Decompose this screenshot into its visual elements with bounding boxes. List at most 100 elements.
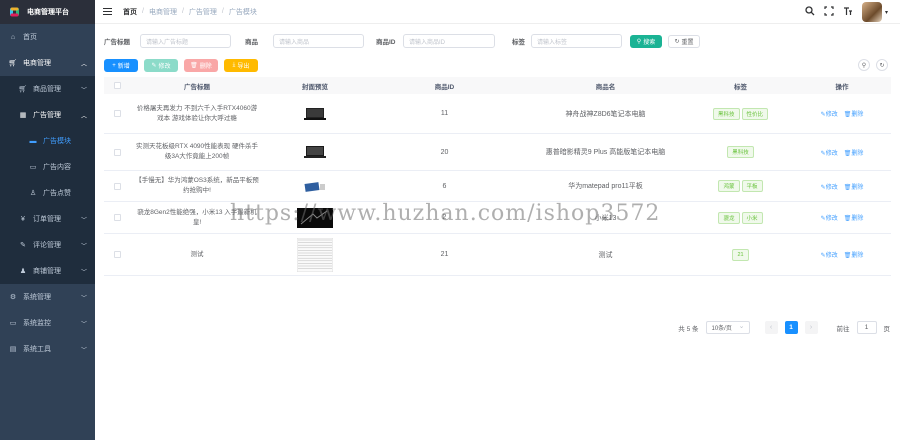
operations-cell: ✎修改 🗑︎删除 xyxy=(793,182,891,191)
font-size-icon[interactable] xyxy=(843,6,853,19)
sidebar-item-label: 系统管理 xyxy=(23,294,51,301)
tag-label: 标签 xyxy=(512,39,525,46)
sidebar-item-home[interactable]: ⌂ 首页 xyxy=(0,24,95,50)
table-row[interactable]: 骁龙8Gen2性能绝强，小米13 入手最新机皇! 2 小米13 骁龙 小米 ✎修改 🗑︎删除 xyxy=(104,202,891,234)
breadcrumb-item: 广告管理 xyxy=(188,8,217,16)
row-edit-link[interactable]: ✎修改 xyxy=(821,148,838,157)
next-page-button[interactable]: › xyxy=(804,321,818,334)
sidebar: 电商管理平台 ⌂ 首页 🛒︎ 电商管理 ︿ 🛒︎ 商品管理 ﹀ ▦ 广告管理 ︿… xyxy=(0,0,95,440)
tag-input[interactable]: 请输入标签 xyxy=(531,34,622,48)
row-edit-link[interactable]: ✎修改 xyxy=(821,109,838,118)
fullscreen-icon[interactable] xyxy=(824,5,834,19)
sidebar-item-products[interactable]: 🛒︎ 商品管理 ﹀ xyxy=(0,76,95,102)
module-icon: ▬ xyxy=(29,137,37,145)
chevron-down-icon: ﹀ xyxy=(80,87,87,94)
goto-page-input[interactable]: 1 xyxy=(856,321,877,334)
row-checkbox[interactable] xyxy=(104,148,130,156)
caret-down-icon[interactable]: ▾ xyxy=(885,9,888,16)
product-id-cell: 6 xyxy=(442,182,447,190)
cover-thumbnail[interactable] xyxy=(264,237,366,272)
row-delete-link[interactable]: 🗑︎删除 xyxy=(844,148,864,157)
breadcrumb-item[interactable]: 首页 xyxy=(123,7,137,17)
operations-cell: ✎修改 🗑︎删除 xyxy=(793,109,891,118)
table-row[interactable]: 实测天花板级RTX 4090性能表现 硬件杀手级3A大作竟能上200帧 20 惠普暗… xyxy=(104,134,891,171)
table-row[interactable]: 价格屠夫再发力 不到六千入手RTX4060游戏本 游戏体验让你大呼过瘾 11 神舟战… xyxy=(104,94,891,134)
row-delete-label: 删除 xyxy=(851,216,864,222)
edit-button-label: 修改 xyxy=(158,64,171,70)
row-delete-link[interactable]: 🗑︎删除 xyxy=(844,182,864,191)
row-edit-link[interactable]: ✎修改 xyxy=(821,250,838,259)
sidebar-item-tools[interactable]: ▤ 系统工具 ﹀ xyxy=(0,336,95,362)
edit-icon: ✎ xyxy=(151,63,157,69)
reset-button[interactable]: ↻ 重置 xyxy=(668,34,700,48)
sidebar-item-shops[interactable]: ♟ 商铺管理 ﹀ xyxy=(0,258,95,284)
product-name-cell: 惠普暗影精灵9 Plus 高能版笔记本电脑 xyxy=(545,149,666,156)
page-number-button[interactable]: 1 xyxy=(784,321,798,334)
add-button[interactable]: + 新增 xyxy=(104,59,138,72)
row-edit-link[interactable]: ✎修改 xyxy=(821,182,838,191)
title-input[interactable]: 请输入广告标题 xyxy=(140,34,231,48)
edit-button[interactable]: ✎ 修改 xyxy=(144,59,178,72)
row-edit-link[interactable]: ✎修改 xyxy=(821,213,838,222)
chevron-down-icon: ﹀ xyxy=(80,347,87,354)
cover-thumbnail[interactable] xyxy=(264,107,366,121)
breadcrumb-item: 广告模块 xyxy=(228,8,257,16)
table-header: 广告标题 封面预览 商品ID 商品名 标签 操作 xyxy=(104,77,891,94)
search-icon[interactable] xyxy=(805,5,815,19)
refresh-icon: ↻ xyxy=(674,38,680,45)
tool-icon: ▤ xyxy=(9,346,17,353)
main-content: 广告标题 请输入广告标题 商品 请输入商品 商品ID 请输入商品ID 标签 请输… xyxy=(95,24,900,440)
tag-badge: 平板 xyxy=(741,180,763,192)
sidebar-item-comments[interactable]: ✎ 评论管理 ﹀ xyxy=(0,232,95,258)
add-button-label: 新增 xyxy=(117,64,130,70)
product-id-label: 商品ID xyxy=(376,39,396,46)
column-header: 商品ID xyxy=(434,83,455,91)
operations-cell: ✎修改 🗑︎删除 xyxy=(793,250,891,259)
toggle-search-icon[interactable]: ⚲ xyxy=(858,59,870,71)
sidebar-item-ad-content[interactable]: ▭ 广告内容 xyxy=(0,154,95,180)
row-delete-link[interactable]: 🗑︎删除 xyxy=(844,213,864,222)
product-input[interactable]: 请输入商品 xyxy=(273,34,364,48)
page-size-select[interactable]: 10条/页 xyxy=(705,321,750,334)
sidebar-item-ads[interactable]: ▦ 广告管理 ︿ xyxy=(0,102,95,128)
product-name-cell: 神舟战神Z8D6笔记本电脑 xyxy=(565,110,646,118)
sidebar-item-ecommerce[interactable]: 🛒︎ 电商管理 ︿ xyxy=(0,50,95,76)
hamburger-icon[interactable] xyxy=(103,7,112,16)
search-button[interactable]: ⚲ 搜索 xyxy=(630,34,662,48)
table-row[interactable]: 测试 21 测试 21 ✎修改 🗑︎删除 xyxy=(104,234,891,276)
app-logo[interactable]: 电商管理平台 xyxy=(0,0,95,24)
search-button-label: 搜索 xyxy=(643,39,656,46)
chevron-down-icon: ﹀ xyxy=(80,217,87,224)
select-all-checkbox[interactable] xyxy=(104,82,130,89)
cart-icon: 🛒︎ xyxy=(8,60,18,67)
product-id-input[interactable]: 请输入商品ID xyxy=(403,34,495,48)
row-checkbox[interactable] xyxy=(104,182,130,190)
tag-badge: 黑科技 xyxy=(712,107,740,120)
reset-button-label: 重置 xyxy=(681,39,694,46)
row-checkbox[interactable] xyxy=(104,251,130,258)
cover-thumbnail[interactable] xyxy=(264,179,366,193)
ad-title-cell: 测试 xyxy=(190,250,204,258)
delete-button[interactable]: 🗑︎ 删除 xyxy=(184,59,218,72)
sidebar-item-ad-like[interactable]: ♙ 广告点赞 xyxy=(0,180,95,206)
goto-label: 前往 xyxy=(836,325,850,333)
sidebar-item-system[interactable]: ⚙ 系统管理 ﹀ xyxy=(0,284,95,310)
cover-thumbnail[interactable] xyxy=(264,145,366,159)
table-row[interactable]: 【手慢无】华为鸿蒙OS3系统，新品平板预约抢购中! 6 华为matepad pro1… xyxy=(104,171,891,202)
row-delete-link[interactable]: 🗑︎删除 xyxy=(844,250,864,259)
export-button[interactable]: ⤓ 导出 xyxy=(224,59,258,72)
row-delete-link[interactable]: 🗑︎删除 xyxy=(844,109,864,118)
refresh-icon[interactable]: ↻ xyxy=(876,59,888,71)
chevron-down-icon: ﹀ xyxy=(80,269,87,276)
ad-title-cell: 骁龙8Gen2性能绝强，小米13 入手最新机皇! xyxy=(137,208,257,226)
ad-title-cell: 实测天花板级RTX 4090性能表现 硬件杀手级3A大作竟能上200帧 xyxy=(136,143,258,160)
comment-icon: ✎ xyxy=(20,242,26,249)
sidebar-item-ad-module[interactable]: ▬ 广告模块 xyxy=(0,128,95,154)
sidebar-item-monitor[interactable]: ▭ 系统监控 ﹀ xyxy=(0,310,95,336)
row-checkbox[interactable] xyxy=(104,110,130,117)
prev-page-button[interactable]: ‹ xyxy=(764,321,778,334)
sidebar-item-orders[interactable]: ¥ 订单管理 ﹀ xyxy=(0,206,95,232)
row-checkbox[interactable] xyxy=(104,214,130,221)
avatar[interactable] xyxy=(861,2,882,22)
cover-thumbnail[interactable] xyxy=(264,207,366,228)
